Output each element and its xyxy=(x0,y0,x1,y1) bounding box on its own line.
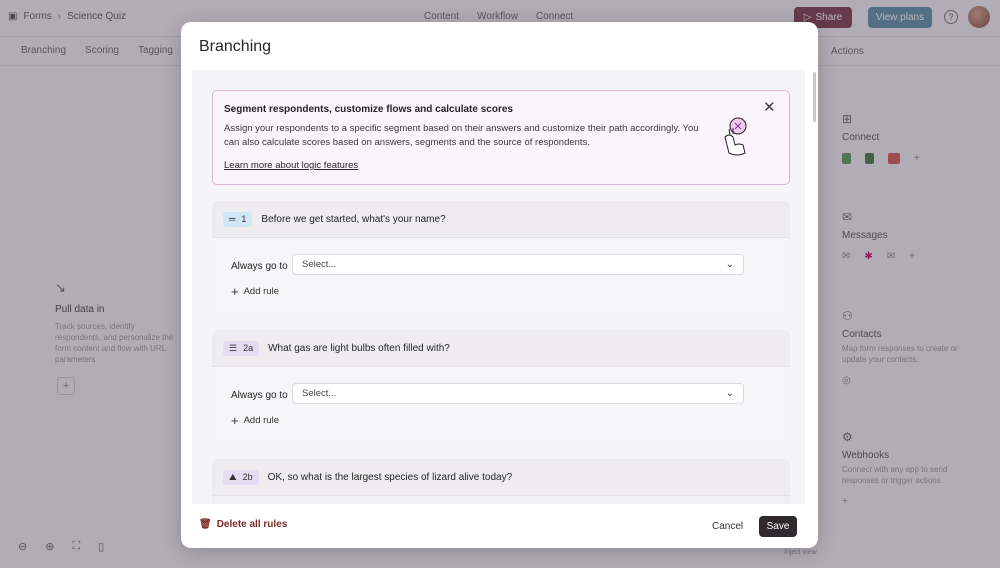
question-card-2b: ⛰ 2b OK, so what is the largest species … xyxy=(212,459,790,504)
cancel-button[interactable]: Cancel xyxy=(712,521,743,532)
question-text: Before we get started, what's your name? xyxy=(261,213,446,225)
hand-illustration-icon xyxy=(724,117,747,156)
always-go-to-label: Always go to xyxy=(231,390,288,401)
question-number: 2b xyxy=(242,472,253,482)
modal-title: Branching xyxy=(199,38,272,55)
info-banner: Segment respondents, customize flows and… xyxy=(212,90,790,185)
add-rule-label: Add rule xyxy=(243,415,279,426)
picture-choice-icon: ⛰ xyxy=(229,471,237,482)
delete-all-rules-button[interactable]: 🗑 Delete all rules xyxy=(199,519,287,530)
short-text-icon: ═ xyxy=(229,214,236,224)
destination-select[interactable]: Select... ⌄ xyxy=(292,383,744,404)
always-go-to-label: Always go to xyxy=(231,261,288,272)
save-button[interactable]: Save xyxy=(759,516,797,537)
chevron-down-icon: ⌄ xyxy=(725,388,734,399)
question-badge: ═ 1 xyxy=(223,211,253,227)
plus-icon: + xyxy=(231,283,239,299)
question-badge: ⛰ 2b xyxy=(223,469,259,485)
trash-icon: 🗑 xyxy=(199,519,212,530)
add-rule-label: Add rule xyxy=(243,286,279,297)
delete-all-label: Delete all rules xyxy=(216,519,288,530)
destination-select[interactable]: Select... ⌄ xyxy=(292,254,744,275)
banner-title: Segment respondents, customize flows and… xyxy=(224,104,513,115)
add-rule-button[interactable]: + Add rule xyxy=(231,412,279,428)
learn-more-link[interactable]: Learn more about logic features xyxy=(224,160,358,171)
chevron-down-icon: ⌄ xyxy=(725,259,734,270)
scrollbar[interactable] xyxy=(813,72,816,122)
question-text: What gas are light bulbs often filled wi… xyxy=(268,342,450,354)
close-icon[interactable]: ✕ xyxy=(763,100,776,115)
modal-body: Segment respondents, customize flows and… xyxy=(192,70,805,504)
question-card-1: ═ 1 Before we get started, what's your n… xyxy=(212,201,790,313)
multiple-choice-icon: ☰ xyxy=(229,342,238,353)
select-value: Select... xyxy=(302,388,337,399)
add-rule-button[interactable]: + Add rule xyxy=(231,283,279,299)
branching-modal: Branching Segment respondents, customize… xyxy=(181,22,818,548)
question-badge: ☰ 2a xyxy=(223,340,260,356)
question-number: 2a xyxy=(243,343,254,353)
question-number: 1 xyxy=(241,214,247,224)
plus-icon: + xyxy=(231,412,239,428)
select-value: Select... xyxy=(302,259,337,270)
question-card-2a: ☰ 2a What gas are light bulbs often fill… xyxy=(212,330,790,442)
banner-text: Assign your respondents to a specific se… xyxy=(224,123,699,148)
question-text: OK, so what is the largest species of li… xyxy=(267,471,513,483)
